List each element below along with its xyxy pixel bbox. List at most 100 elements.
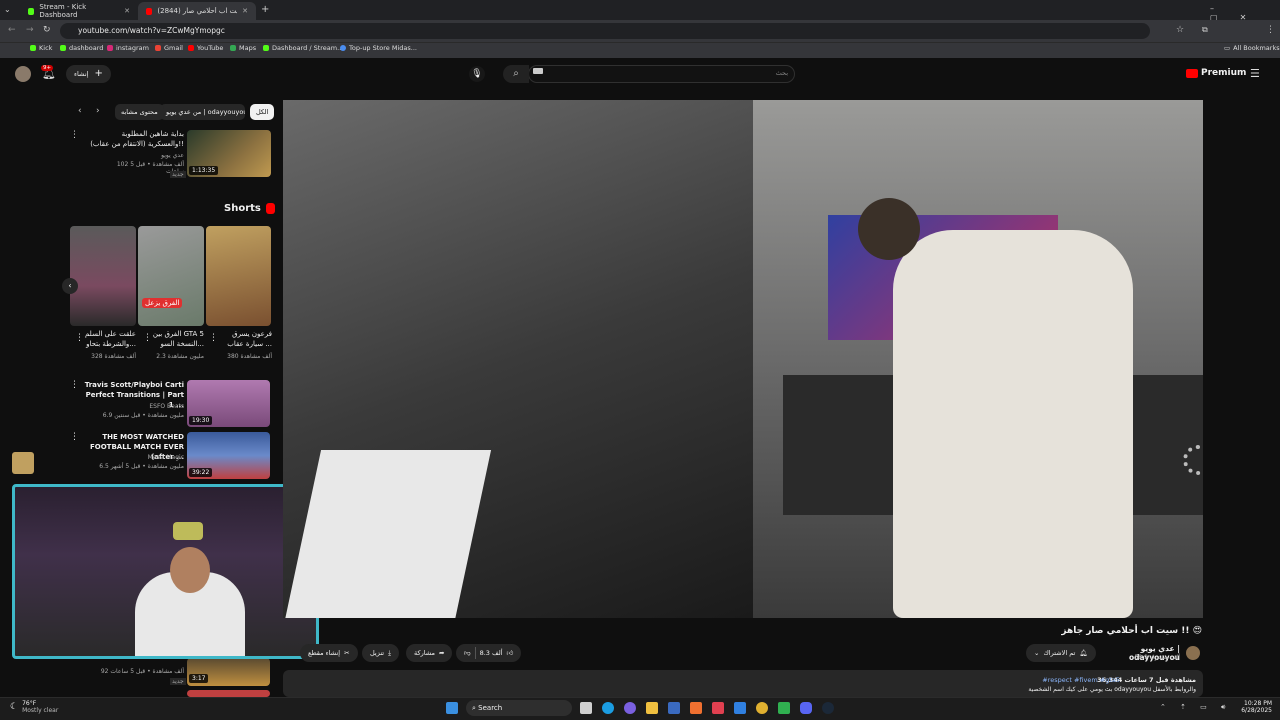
system-tray[interactable]: ⌃ ⇡ ▭ 🔊︎ [1160, 703, 1231, 712]
chrome-icon[interactable] [756, 702, 768, 714]
more-options-icon[interactable]: ⋮ [70, 432, 79, 442]
more-options-icon[interactable]: ⋮ [143, 333, 152, 343]
hamburger-menu-icon[interactable]: ☰ [1250, 67, 1260, 80]
discord-icon[interactable] [800, 702, 812, 714]
bookmark-stream-dashboard[interactable]: Dashboard / Stream... [263, 44, 343, 52]
short-thumbnail[interactable] [70, 226, 136, 326]
chip-prev-icon[interactable]: ‹ [78, 106, 82, 116]
back-icon[interactable]: ← [8, 25, 16, 35]
bookmark-dashboard[interactable]: dashboard [60, 44, 103, 52]
close-icon[interactable]: ✕ [124, 7, 130, 15]
chip-related[interactable]: محتوى مشابه [115, 104, 164, 120]
channel-name[interactable]: ESFO Beats [84, 403, 184, 410]
app-icon[interactable] [668, 702, 680, 714]
windows-start-icon[interactable] [446, 702, 458, 714]
channel-name[interactable]: عدي يويو [100, 152, 184, 159]
short-views: 328 ألف مشاهدة [91, 353, 136, 360]
share-button[interactable]: مشاركة ➦ [406, 644, 453, 662]
moon-icon: ☾ [10, 702, 19, 712]
menu-icon[interactable]: ⋮ [1266, 25, 1275, 35]
dislike-icon[interactable]: 👎︎ [464, 644, 471, 662]
close-icon[interactable]: ✕ [242, 7, 248, 15]
create-button[interactable]: إنشاء + [66, 65, 111, 83]
video-title[interactable]: بداية شاهين المطلوبة والعسكرية (الانتقام… [90, 129, 184, 149]
edge-icon[interactable] [602, 702, 614, 714]
task-view-icon[interactable] [580, 702, 592, 714]
bookmark-youtube[interactable]: YouTube [188, 44, 223, 52]
folder-icon: ▭ [1224, 44, 1231, 52]
chip-next-icon[interactable]: › [96, 106, 100, 116]
person-head [858, 198, 920, 260]
tab-search-button[interactable]: ⌄ [4, 5, 11, 14]
all-bookmarks[interactable]: ▭ All Bookmarks [1224, 44, 1280, 52]
plus-icon: + [94, 68, 103, 79]
youtube-premium-logo[interactable]: Premium [1186, 68, 1246, 78]
mic-button[interactable]: 🎙︎ [469, 66, 485, 82]
clip-button[interactable]: إنشاء مقطع ✂ [300, 644, 358, 662]
bookmark-gmail[interactable]: Gmail [155, 44, 183, 52]
clock[interactable]: 10:28 PM 6/28/2025 [1230, 700, 1272, 714]
new-badge: جديد [170, 171, 186, 178]
tab-label: (2844) سيت اب أحلامي صار [157, 7, 237, 15]
tab-kick[interactable]: Stream - Kick Dashboard ✕ [20, 2, 138, 20]
copilot-icon[interactable] [624, 702, 636, 714]
reload-icon[interactable]: ↻ [43, 25, 51, 35]
chevron-down-icon: ⌄ [1034, 649, 1040, 657]
duration-badge: 39:22 [189, 468, 213, 477]
youtube-icon [188, 45, 194, 51]
subscribed-button[interactable]: ⌄ تم الاشتراك 🔔︎ [1026, 644, 1096, 662]
short-title[interactable]: فرعون يسرق سيارة عقاب ... [218, 329, 272, 349]
like-icon[interactable]: 👍︎ [507, 644, 514, 662]
shorts-prev-icon[interactable]: ‹ [62, 278, 78, 294]
taskbar-search[interactable]: ⌕ Search [466, 700, 572, 716]
forward-icon[interactable]: → [26, 25, 34, 35]
short-thumbnail[interactable] [138, 226, 204, 326]
keyboard-icon[interactable] [533, 68, 543, 74]
bookmark-instagram[interactable]: instagram [107, 44, 149, 52]
bookmark-midas[interactable]: Top-up Store Midas... [340, 44, 417, 52]
app-icon[interactable] [712, 702, 724, 714]
tab-youtube[interactable]: (2844) سيت اب أحلامي صار ✕ [138, 2, 256, 20]
address-bar[interactable]: youtube.com/watch?v=ZCwMgYmopgc [60, 23, 1150, 39]
app-icon[interactable] [734, 702, 746, 714]
avatar[interactable] [15, 66, 31, 82]
extensions-icon[interactable]: ⧉ [1202, 25, 1208, 35]
chip-channel[interactable]: من عدي يويو | odayyouyou [160, 104, 245, 120]
app-icon[interactable] [690, 702, 702, 714]
search-input[interactable]: بحث [600, 69, 788, 77]
more-options-icon[interactable]: ⋮ [75, 333, 84, 343]
channel-name[interactable]: Messi Magic [84, 454, 184, 461]
video-title: سيت اب أحلامي صار جاهز !! 😍 [1061, 626, 1202, 636]
channel-avatar[interactable] [1186, 646, 1200, 660]
app-icon[interactable] [778, 702, 790, 714]
weather-widget[interactable]: ☾ 76°F Mostly clear [10, 700, 58, 714]
new-tab-button[interactable]: + [261, 4, 269, 15]
bookmark-kick[interactable]: Kick [30, 44, 52, 52]
hashtags[interactable]: #respect #fivem #gta5 [1000, 676, 1120, 684]
shorts-icon [265, 203, 275, 214]
more-options-icon[interactable]: ⋮ [70, 380, 79, 390]
search-button[interactable]: ⌕ [503, 65, 529, 83]
like-dislike-button[interactable]: 👎︎ 8.3 ألف 👍︎ [456, 644, 522, 662]
bookmark-star-icon[interactable]: ☆ [1176, 25, 1184, 35]
video-thumbnail[interactable] [187, 690, 270, 697]
duration-badge: 1:13:35 [189, 166, 219, 175]
more-options-icon[interactable]: ⋮ [70, 130, 79, 140]
person [893, 230, 1133, 618]
more-options-icon[interactable]: ⋮ [209, 333, 218, 343]
duration-badge: 19:30 [189, 416, 213, 425]
short-views: 2.3 مليون مشاهدة [156, 353, 204, 360]
short-title[interactable]: علقت على السلم والشرطة بتحاو... [84, 329, 136, 349]
download-button[interactable]: تنزيل ⤓ [362, 644, 399, 662]
short-title[interactable]: الفرق بين GTA 5 النسخة السو... [152, 329, 204, 349]
short-thumbnail[interactable] [206, 226, 271, 326]
steam-icon[interactable] [822, 702, 834, 714]
minimize-icon[interactable]: – [1210, 4, 1236, 13]
bookmark-maps[interactable]: Maps [230, 44, 256, 52]
description-text: بث يومي على كيك اسم الشخصية odayyouyou و… [1028, 686, 1196, 693]
video-player[interactable] [283, 100, 1203, 618]
duration-badge: 3:17 [189, 674, 209, 683]
kick-icon [28, 7, 35, 15]
file-explorer-icon[interactable] [646, 702, 658, 714]
chip-all[interactable]: الكل [250, 104, 275, 120]
